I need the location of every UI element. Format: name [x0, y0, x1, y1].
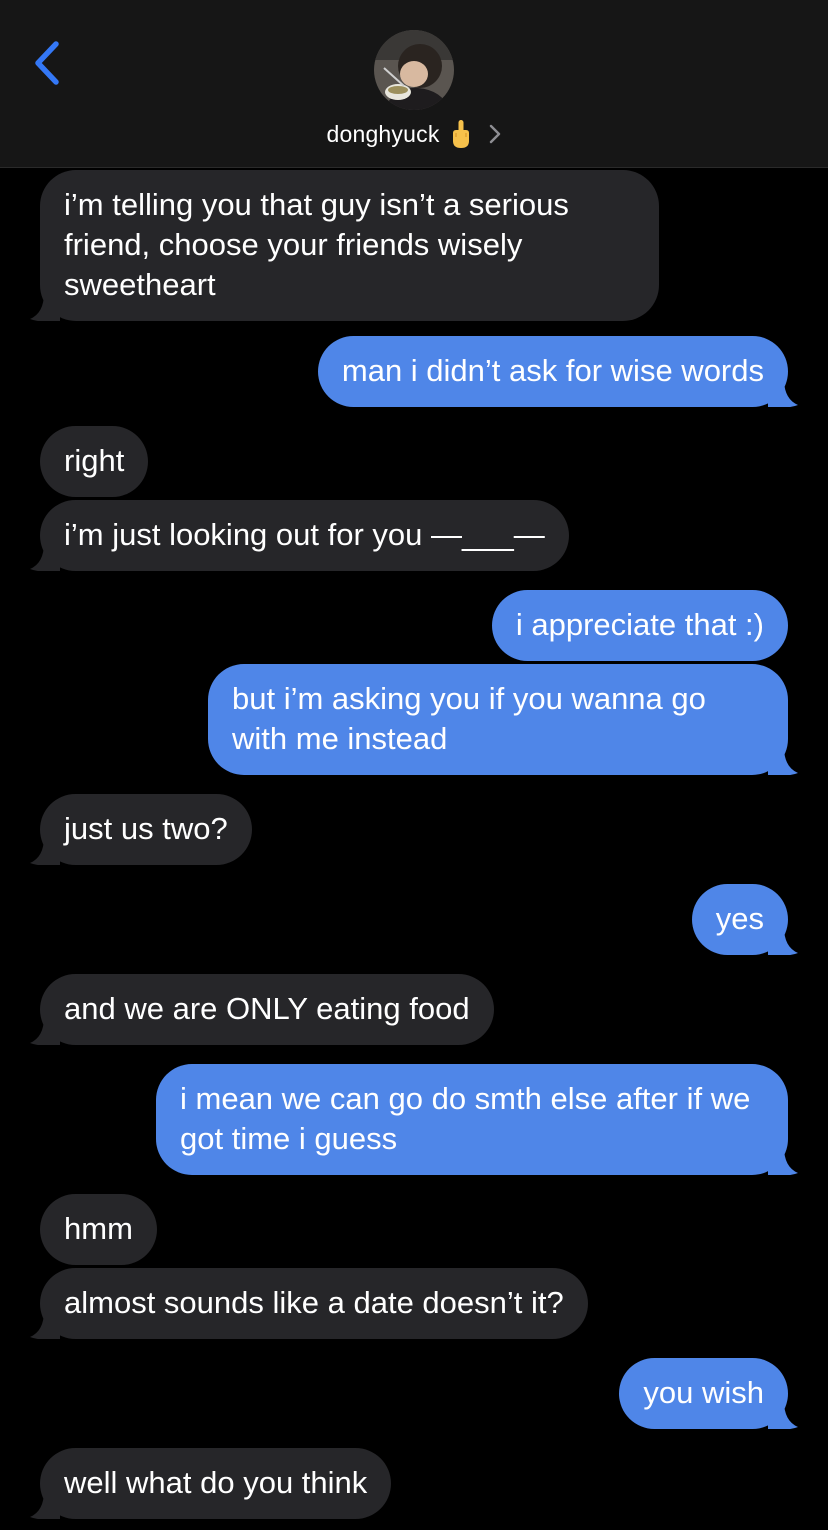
- outgoing-message-bubble[interactable]: man i didn’t ask for wise words: [317, 336, 798, 407]
- message-text: i appreciate that :): [515, 607, 764, 642]
- chevron-left-icon: [35, 41, 59, 85]
- message-text: i’m telling you that guy isn’t a serious…: [64, 187, 569, 302]
- message-text: and we are ONLY eating food: [64, 991, 470, 1026]
- outgoing-message-bubble[interactable]: you wish: [619, 1358, 798, 1429]
- message-text: i mean we can go do smth else after if w…: [180, 1081, 751, 1156]
- bubble-tail: [30, 1017, 60, 1045]
- bubble-tail: [30, 1311, 60, 1339]
- conversation-header: donghyuck: [0, 0, 828, 168]
- message-text: you wish: [643, 1375, 764, 1410]
- message-text: just us two?: [64, 811, 228, 846]
- outgoing-message-bubble[interactable]: i mean we can go do smth else after if w…: [156, 1064, 798, 1175]
- back-button[interactable]: [28, 38, 68, 88]
- bubble-tail: [768, 747, 798, 775]
- incoming-message-bubble[interactable]: well what do you think: [30, 1448, 392, 1519]
- bubble-tail: [30, 837, 60, 865]
- outgoing-message-bubble[interactable]: i appreciate that :): [491, 590, 788, 661]
- message-text: i’m just looking out for you —___—: [64, 517, 545, 552]
- bubble-tail: [768, 927, 798, 955]
- incoming-message-bubble[interactable]: i’m telling you that guy isn’t a serious…: [30, 170, 659, 321]
- message-text: but i’m asking you if you wanna go with …: [232, 681, 706, 756]
- outgoing-message-bubble[interactable]: yes: [691, 884, 798, 955]
- message-text: man i didn’t ask for wise words: [341, 353, 764, 388]
- bubble-tail: [30, 293, 60, 321]
- avatar-photo: [374, 30, 454, 110]
- message-text: well what do you think: [64, 1465, 368, 1500]
- incoming-message-bubble[interactable]: just us two?: [30, 794, 252, 865]
- incoming-message-bubble[interactable]: right: [40, 426, 149, 497]
- bubble-tail: [768, 379, 798, 407]
- chevron-right-icon: [489, 124, 500, 144]
- contact-detail-link[interactable]: donghyuck: [0, 116, 828, 152]
- incoming-message-bubble[interactable]: almost sounds like a date doesn’t it?: [30, 1268, 588, 1339]
- message-text: almost sounds like a date doesn’t it?: [64, 1285, 564, 1320]
- middle-finger-emoji-icon: [452, 120, 469, 148]
- message-text: hmm: [64, 1211, 133, 1246]
- message-text: yes: [715, 901, 764, 936]
- bubble-tail: [768, 1401, 798, 1429]
- incoming-message-bubble[interactable]: and we are ONLY eating food: [30, 974, 494, 1045]
- incoming-message-bubble[interactable]: i’m just looking out for you —___—: [30, 500, 569, 571]
- message-text: right: [64, 443, 125, 478]
- bubble-tail: [30, 1491, 60, 1519]
- bubble-tail: [30, 543, 60, 571]
- incoming-message-bubble[interactable]: hmm: [40, 1194, 157, 1265]
- avatar[interactable]: [374, 30, 454, 110]
- outgoing-message-bubble[interactable]: but i’m asking you if you wanna go with …: [208, 664, 798, 775]
- contact-name: donghyuck: [326, 120, 440, 147]
- bubble-tail: [768, 1147, 798, 1175]
